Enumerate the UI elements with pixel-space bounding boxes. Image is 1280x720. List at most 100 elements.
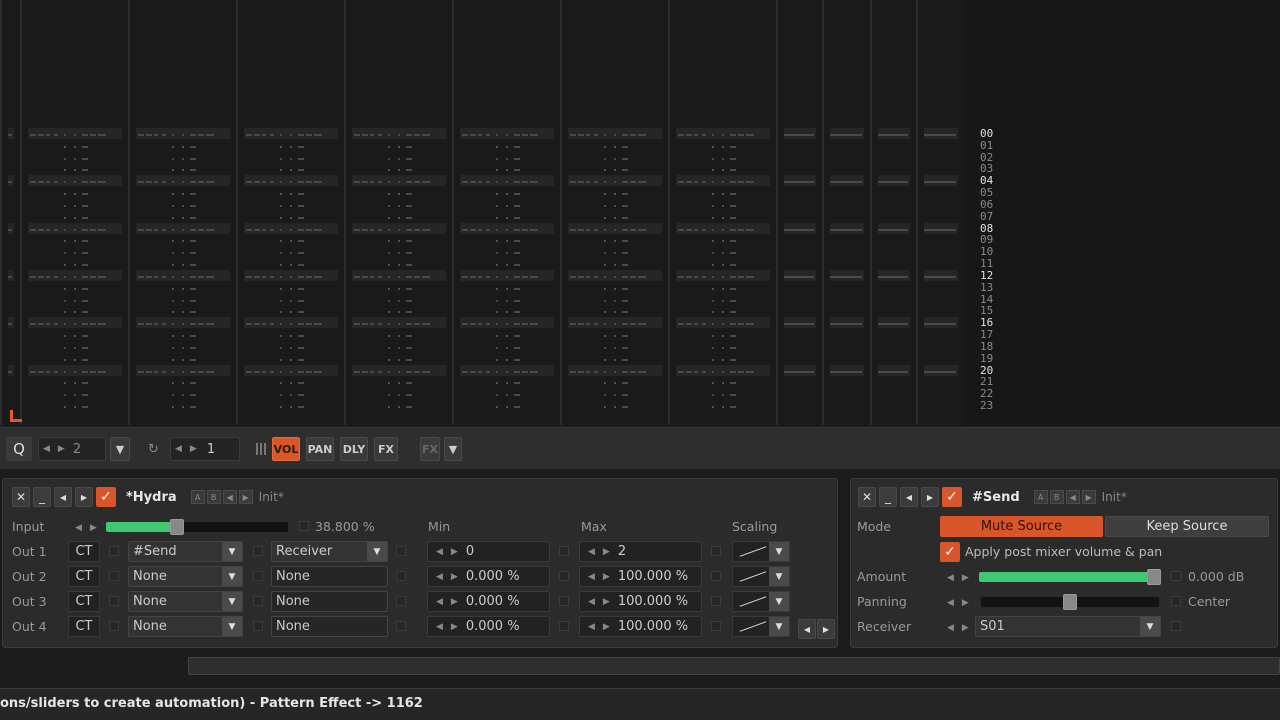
pattern-follow-icon[interactable]: ↻ [148,442,159,457]
horizontal-scrollbar[interactable] [188,657,1280,675]
param-automation-box[interactable] [253,596,263,606]
track-column[interactable] [236,0,344,425]
track-column[interactable] [344,0,452,425]
preset-name[interactable]: Init* [1102,490,1127,504]
receiver-select[interactable]: S01 ▼ [975,616,1161,637]
scaling-select[interactable]: ▼ [732,541,790,562]
ct-button[interactable]: CT [68,591,100,612]
ct-button[interactable]: CT [68,616,100,637]
mute-source-button[interactable]: Mute Source [940,516,1103,537]
receiver-arrows[interactable]: ◀ ▶ [939,617,971,638]
track-column[interactable] [668,0,776,425]
amount-slider-knob[interactable] [1147,569,1161,585]
move-left-icon[interactable]: ◀ [54,487,72,507]
fx-menu-button[interactable]: FX [420,437,440,461]
move-right-icon[interactable]: ▶ [75,487,93,507]
scroll-right-icon[interactable]: ▶ [817,619,835,639]
column-visibility-icon[interactable] [256,443,268,455]
min-automation-box[interactable] [559,546,569,556]
preset-next-icon[interactable]: ▶ [238,490,253,504]
keep-source-button[interactable]: Keep Source [1105,516,1269,537]
close-icon[interactable]: ✕ [858,487,876,507]
param-select[interactable]: None [271,591,388,612]
panning-slider-knob[interactable] [1063,594,1077,610]
device-select[interactable]: None ▼ [128,591,243,612]
param-lock-box[interactable] [396,546,406,556]
min-value-field[interactable]: ◀ ▶ 0.000 % [427,616,550,637]
edit-step-spinner[interactable]: ◀ ▶ 2 [38,437,106,461]
min-value-field[interactable]: ◀ ▶ 0.000 % [427,566,550,587]
minimize-icon[interactable]: _ [33,487,51,507]
pan-column-toggle[interactable]: PAN [306,437,334,461]
track-column[interactable] [822,0,870,425]
quantize-button[interactable]: Q [6,437,32,461]
input-slider[interactable] [106,519,288,535]
preset-b-button[interactable]: B [1049,490,1064,504]
track-column[interactable] [128,0,236,425]
min-value-field[interactable]: ◀ ▶ 0.000 % [427,591,550,612]
dly-column-toggle[interactable]: DLY [340,437,368,461]
ct-button[interactable]: CT [68,541,100,562]
max-automation-box[interactable] [711,546,721,556]
preset-next-icon[interactable]: ▶ [1081,490,1096,504]
track-column[interactable] [452,0,560,425]
min-automation-box[interactable] [559,571,569,581]
max-value-field[interactable]: ◀ ▶ 100.000 % [579,591,702,612]
min-automation-box[interactable] [559,596,569,606]
fx-column-toggle[interactable]: FX [374,437,398,461]
panning-automation-box[interactable] [1171,596,1181,606]
receiver-automation-box[interactable] [1171,621,1181,631]
track-columns[interactable] [0,0,965,425]
device-enable-checkbox[interactable]: ✓ [96,487,116,507]
preset-prev-icon[interactable]: ◀ [222,490,237,504]
apply-post-checkbox[interactable]: ✓ [940,542,960,562]
scroll-left-icon[interactable]: ◀ [798,619,816,639]
panning-arrows[interactable]: ◀ ▶ [939,592,971,613]
param-automation-box[interactable] [253,546,263,556]
param-automation-box[interactable] [253,621,263,631]
preset-name[interactable]: Init* [259,490,284,504]
max-automation-box[interactable] [711,596,721,606]
device-select[interactable]: None ▼ [128,616,243,637]
param-automation-box[interactable] [253,571,263,581]
panning-slider[interactable] [981,594,1159,610]
input-automation-box[interactable] [299,521,309,531]
param-select[interactable]: Receiver ▼ [271,541,388,562]
track-column[interactable] [916,0,964,425]
fx-menu-dropdown[interactable]: ▼ [444,437,462,461]
scaling-select[interactable]: ▼ [732,566,790,587]
param-select[interactable]: None [271,616,388,637]
move-right-icon[interactable]: ▶ [921,487,939,507]
device-automation-box[interactable] [109,546,119,556]
edit-step-dropdown[interactable]: ▼ [110,437,130,461]
scaling-select[interactable]: ▼ [732,616,790,637]
amount-automation-box[interactable] [1171,571,1181,581]
vol-column-toggle[interactable]: VOL [272,437,300,461]
param-lock-box[interactable] [396,571,406,581]
max-value-field[interactable]: ◀ ▶ 2 [579,541,702,562]
max-value-field[interactable]: ◀ ▶ 100.000 % [579,566,702,587]
block-loop-spinner[interactable]: ◀ ▶ 1 [170,437,240,461]
preset-b-button[interactable]: B [206,490,221,504]
max-automation-box[interactable] [711,621,721,631]
amount-arrows[interactable]: ◀ ▶ [939,567,971,588]
track-column[interactable] [870,0,916,425]
close-icon[interactable]: ✕ [12,487,30,507]
max-value-field[interactable]: ◀ ▶ 100.000 % [579,616,702,637]
param-lock-box[interactable] [396,621,406,631]
preset-a-button[interactable]: A [1033,490,1048,504]
device-automation-box[interactable] [109,596,119,606]
param-select[interactable]: None [271,566,388,587]
min-automation-box[interactable] [559,621,569,631]
pattern-editor[interactable]: 00 01 02 03 04 05 06 07 08 09 10 11 12 13 14 15 16 17 18 19… [0,0,1280,425]
ct-button[interactable]: CT [68,566,100,587]
amount-slider[interactable] [979,569,1161,585]
track-column[interactable] [560,0,668,425]
track-column[interactable] [20,0,128,425]
device-automation-box[interactable] [109,621,119,631]
preset-prev-icon[interactable]: ◀ [1065,490,1080,504]
scaling-select[interactable]: ▼ [732,591,790,612]
move-left-icon[interactable]: ◀ [900,487,918,507]
preset-a-button[interactable]: A [190,490,205,504]
device-select[interactable]: None ▼ [128,566,243,587]
